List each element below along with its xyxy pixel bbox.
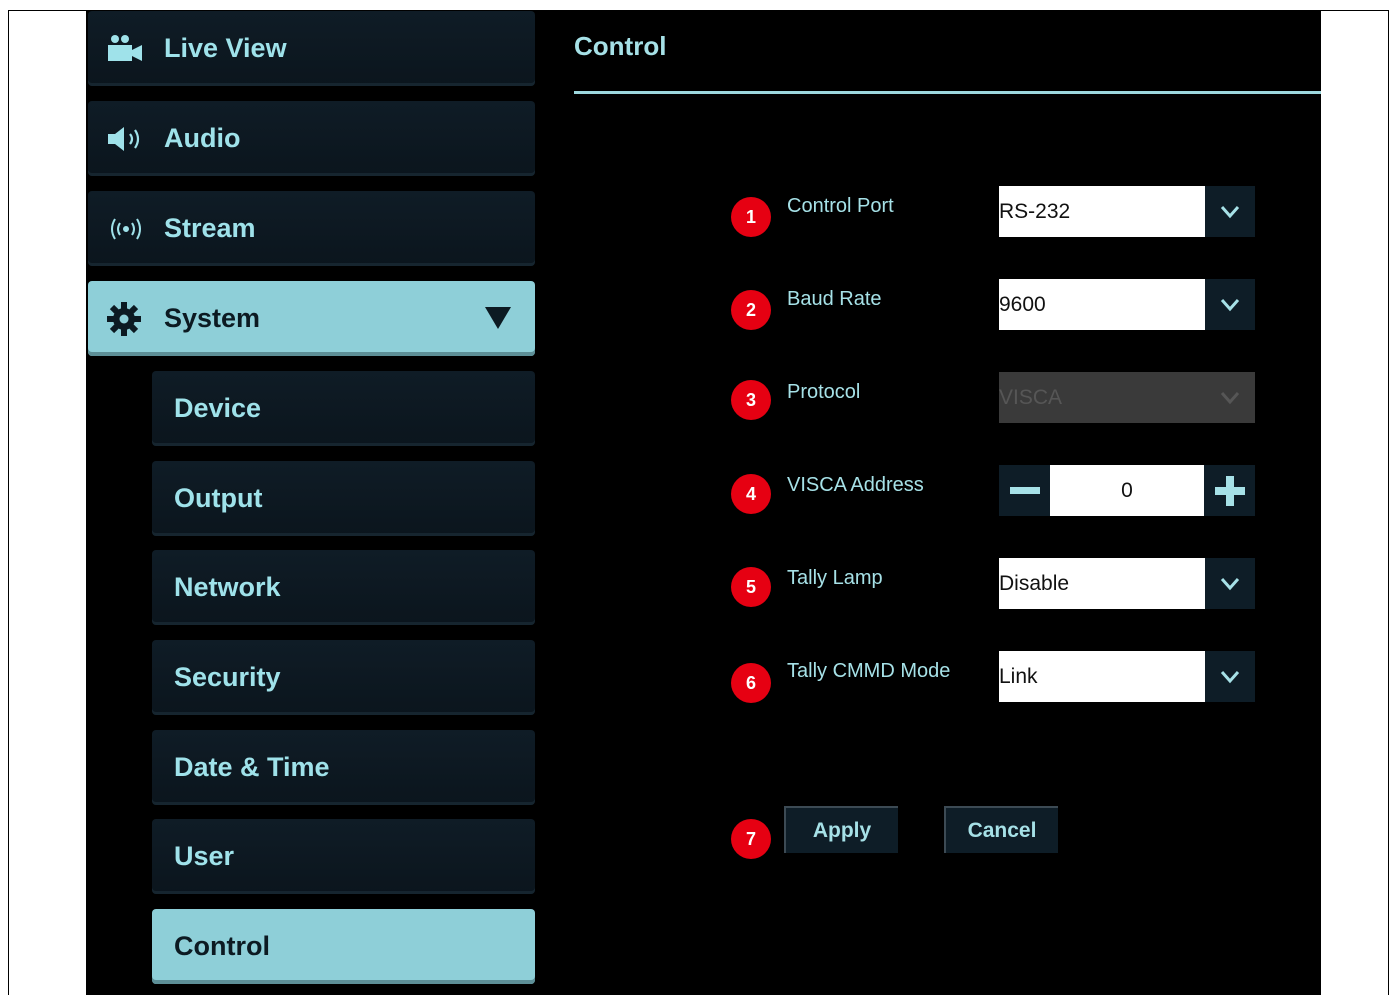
control-port-select[interactable]: RS-232 [999, 186, 1255, 237]
sidebar-subitem-network[interactable]: Network [152, 550, 535, 625]
baud-rate-select[interactable]: 9600 [999, 279, 1255, 330]
sidebar-subitem-output[interactable]: Output [152, 461, 535, 536]
baud-rate-value: 9600 [999, 279, 1205, 330]
sidebar-item-stream[interactable]: Stream [88, 191, 535, 266]
sidebar-item-label: Network [174, 572, 281, 602]
step-badge-2: 2 [731, 290, 771, 330]
page-title: Control [574, 31, 667, 61]
apply-button[interactable]: Apply [784, 806, 898, 853]
tally-lamp-select[interactable]: Disable [999, 558, 1255, 609]
sidebar-subitem-device[interactable]: Device [152, 371, 535, 446]
step-badge-7: 7 [731, 819, 771, 859]
plus-icon[interactable] [1204, 465, 1255, 516]
tally-cmmd-mode-value: Link [999, 651, 1205, 702]
sidebar-item-label: Date & Time [174, 752, 330, 782]
step-badge-6: 6 [731, 663, 771, 703]
sidebar-subitem-date-time[interactable]: Date & Time [152, 730, 535, 805]
sidebar-item-label: Device [174, 393, 262, 423]
cancel-button[interactable]: Cancel [944, 806, 1058, 853]
sidebar-item-label: Control [174, 931, 270, 961]
app-window: Live View Audio Stream System Device Out… [86, 11, 1321, 995]
sidebar-subitem-security[interactable]: Security [152, 640, 535, 715]
title-divider [574, 91, 1321, 94]
step-badge-5: 5 [731, 567, 771, 607]
sidebar-item-label: User [174, 841, 235, 871]
chevron-down-icon [1205, 372, 1255, 423]
step-badge-1: 1 [731, 197, 771, 237]
tally-lamp-value: Disable [999, 558, 1205, 609]
chevron-down-icon[interactable] [1205, 186, 1255, 237]
sidebar-item-label: System [164, 303, 261, 333]
sidebar-item-label: Security [174, 662, 281, 692]
sidebar-item-system[interactable]: System [88, 281, 535, 356]
baud-rate-label: Baud Rate [787, 288, 882, 310]
visca-address-value[interactable]: 0 [1050, 465, 1204, 516]
video-camera-icon [106, 29, 146, 69]
sidebar-item-label: Output [174, 483, 263, 513]
step-badge-4: 4 [731, 474, 771, 514]
tally-cmmd-mode-label: Tally CMMD Mode [787, 660, 951, 682]
visca-address-stepper: 0 [999, 465, 1255, 516]
chevron-down-icon[interactable] [1205, 651, 1255, 702]
minus-icon[interactable] [999, 465, 1050, 516]
sidebar-item-label: Live View [164, 33, 287, 63]
step-badge-3: 3 [731, 380, 771, 420]
visca-address-label: VISCA Address [787, 474, 924, 496]
protocol-value: VISCA [999, 372, 1205, 423]
sidebar-item-label: Stream [164, 213, 256, 243]
sidebar-item-audio[interactable]: Audio [88, 101, 535, 176]
control-port-value: RS-232 [999, 186, 1205, 237]
protocol-label: Protocol [787, 381, 861, 403]
chevron-down-icon[interactable] [1205, 558, 1255, 609]
gear-icon [106, 299, 146, 339]
broadcast-icon [106, 209, 146, 249]
tally-cmmd-mode-select[interactable]: Link [999, 651, 1255, 702]
sidebar-subitem-control[interactable]: Control [152, 909, 535, 984]
protocol-select: VISCA [999, 372, 1255, 423]
sidebar-item-live-view[interactable]: Live View [88, 11, 535, 86]
sidebar-item-label: Audio [164, 123, 241, 153]
sidebar-subitem-user[interactable]: User [152, 819, 535, 894]
tally-lamp-label: Tally Lamp [787, 567, 883, 589]
triangle-down-icon [485, 305, 511, 336]
speaker-icon [106, 119, 146, 159]
chevron-down-icon[interactable] [1205, 279, 1255, 330]
control-port-label: Control Port [787, 195, 894, 217]
